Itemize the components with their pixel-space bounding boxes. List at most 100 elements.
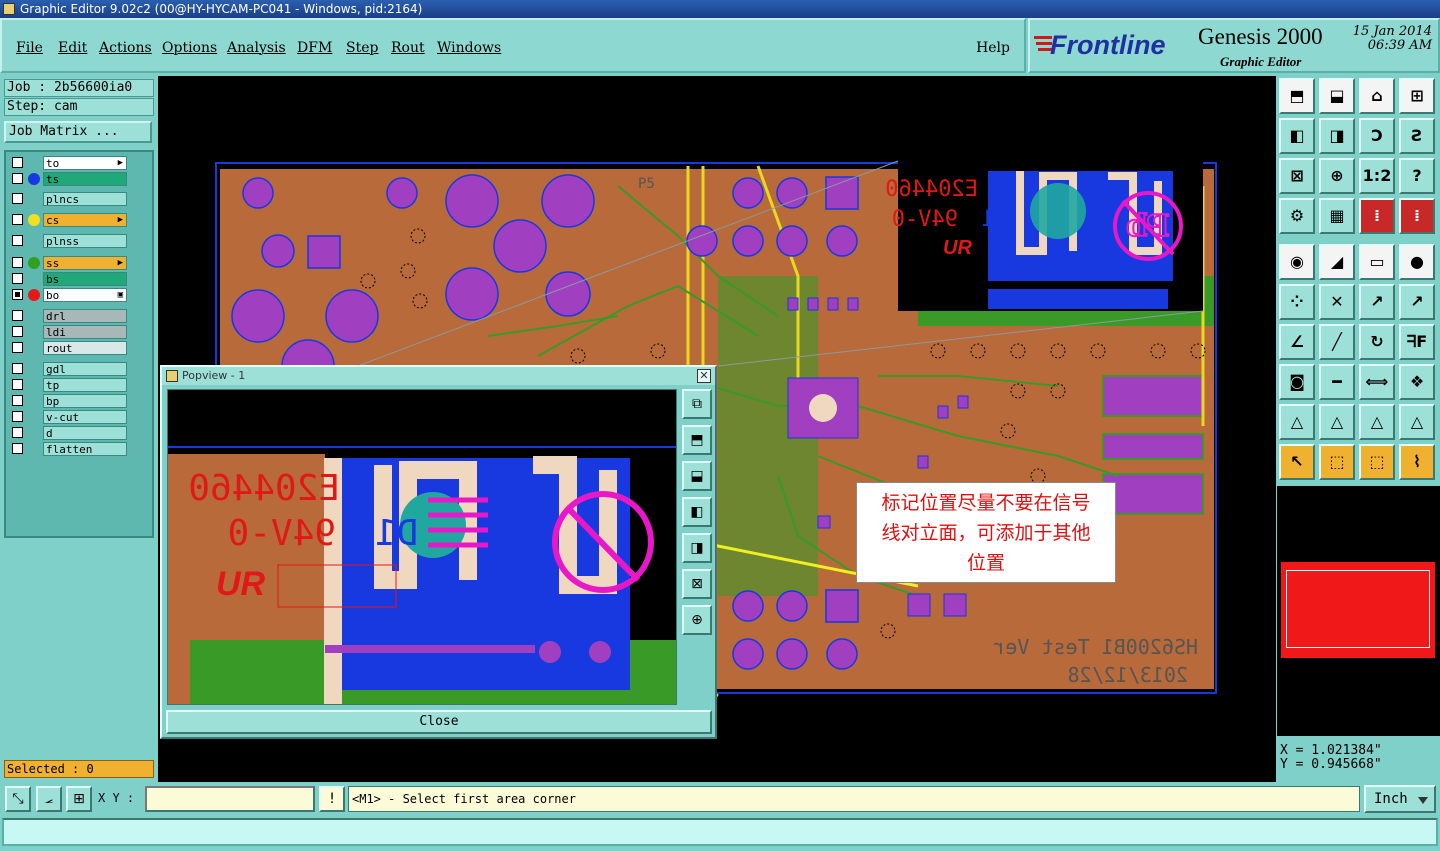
layer-row-to[interactable]: to ▶ bbox=[9, 156, 127, 170]
select-feature-icon[interactable]: ◉ bbox=[1279, 244, 1315, 280]
snap-icon[interactable]: Ƨ bbox=[1399, 118, 1435, 154]
layer-name[interactable]: ss ▶ bbox=[43, 256, 127, 270]
zoom-1to1-icon[interactable]: 1:2 bbox=[1359, 158, 1395, 194]
layer-checkbox[interactable] bbox=[12, 193, 23, 204]
layer-name[interactable]: d bbox=[43, 426, 127, 440]
measure-icon[interactable]: ◢ bbox=[1319, 244, 1355, 280]
layer-checkbox[interactable] bbox=[12, 395, 23, 406]
net-icon[interactable]: ⁘ bbox=[1279, 284, 1315, 320]
layer-checkbox[interactable] bbox=[12, 443, 23, 454]
triangle-3-icon[interactable]: △ bbox=[1359, 404, 1395, 440]
popview-tool-2[interactable]: ⬒ bbox=[682, 425, 712, 455]
alert-icon[interactable]: ! bbox=[319, 786, 345, 812]
menu-options[interactable]: Options bbox=[162, 40, 217, 56]
popview-tool-7[interactable]: ⊕ bbox=[682, 605, 712, 635]
view-top-icon[interactable]: ⬒ bbox=[1279, 78, 1315, 114]
layer-select-icon[interactable]: ⁞ bbox=[1359, 198, 1395, 234]
stretch-icon[interactable]: ⟺ bbox=[1359, 364, 1395, 400]
layer-row-ss[interactable]: ss ▶ bbox=[9, 256, 127, 270]
menu-actions[interactable]: Actions bbox=[99, 40, 152, 56]
zoom-center-icon[interactable]: ⊕ bbox=[1319, 158, 1355, 194]
ruler-icon[interactable]: ▭ bbox=[1359, 244, 1395, 280]
layer-name[interactable]: v-cut bbox=[43, 410, 127, 424]
popview-tool-1[interactable]: ⧉ bbox=[682, 389, 712, 419]
menu-file[interactable]: File bbox=[16, 40, 43, 56]
layer-row-drl[interactable]: drl bbox=[9, 309, 127, 323]
grid-icon[interactable]: ▦ bbox=[1319, 198, 1355, 234]
layer-row-v-cut[interactable]: v-cut bbox=[9, 410, 127, 424]
menu-edit[interactable]: Edit bbox=[58, 40, 87, 56]
menu-step[interactable]: Step bbox=[346, 40, 378, 56]
menu-dfm[interactable]: DFM bbox=[297, 40, 332, 56]
layer-checkbox[interactable] bbox=[12, 310, 23, 321]
layer-checkbox[interactable] bbox=[12, 411, 23, 422]
layer-row-plncs[interactable]: plncs bbox=[9, 192, 127, 206]
popview-tool-5[interactable]: ◨ bbox=[682, 533, 712, 563]
slash-icon[interactable]: ╱ bbox=[1319, 324, 1355, 360]
layer-name[interactable]: drl bbox=[43, 309, 127, 323]
pointer-area-icon[interactable]: ⬚ bbox=[1359, 444, 1395, 480]
measure-mode-icon[interactable]: ⦟ bbox=[36, 786, 62, 812]
layer-checkbox[interactable] bbox=[12, 157, 23, 168]
layer-row-gdl[interactable]: gdl bbox=[9, 362, 127, 376]
layer-checkbox[interactable] bbox=[12, 379, 23, 390]
layer-row-rout[interactable]: rout bbox=[9, 341, 127, 355]
layer-checkbox[interactable] bbox=[12, 363, 23, 374]
window-icon[interactable]: ⊞ bbox=[1399, 78, 1435, 114]
layer-row-bo[interactable]: bo ▣ bbox=[9, 288, 127, 302]
layer-checkbox[interactable] bbox=[12, 214, 23, 225]
pan-right-icon[interactable]: ◨ bbox=[1319, 118, 1355, 154]
layer-checkbox[interactable] bbox=[12, 289, 23, 300]
triangle-4-icon[interactable]: △ bbox=[1399, 404, 1435, 440]
route-icon[interactable]: ⌇ bbox=[1399, 444, 1435, 480]
snap-mode-icon[interactable]: ⤡ bbox=[5, 786, 31, 812]
layer-name[interactable]: plnss bbox=[43, 234, 127, 248]
menu-analysis[interactable]: Analysis bbox=[227, 40, 286, 56]
layer-name[interactable]: to ▶ bbox=[43, 156, 127, 170]
tools-icon[interactable]: ⚙ bbox=[1279, 198, 1315, 234]
layer-row-d[interactable]: d bbox=[9, 426, 127, 440]
popview-tool-3[interactable]: ⬓ bbox=[682, 461, 712, 491]
menu-rout[interactable]: Rout bbox=[391, 40, 425, 56]
popview-tool-6[interactable]: ⊠ bbox=[682, 569, 712, 599]
pad-icon[interactable]: ● bbox=[1399, 244, 1435, 280]
layer-name[interactable]: gdl bbox=[43, 362, 127, 376]
popview-tool-4[interactable]: ◧ bbox=[682, 497, 712, 527]
menu-windows[interactable]: Windows bbox=[437, 40, 501, 56]
layer-name[interactable]: tp bbox=[43, 378, 127, 392]
arc-icon[interactable]: ↻ bbox=[1359, 324, 1395, 360]
line-move-icon[interactable]: ↗ bbox=[1399, 284, 1435, 320]
group-icon[interactable]: ❖ bbox=[1399, 364, 1435, 400]
layer-row-cs[interactable]: cs ▶ bbox=[9, 213, 127, 227]
minimap-viewport[interactable] bbox=[1279, 560, 1437, 660]
job-matrix-button[interactable]: Job Matrix ... bbox=[4, 121, 152, 143]
grid-mode-icon[interactable]: ⊞ bbox=[66, 786, 92, 812]
help-icon[interactable]: ? bbox=[1399, 158, 1435, 194]
layer-name[interactable]: cs ▶ bbox=[43, 213, 127, 227]
mirror-text-icon[interactable]: ᖷF bbox=[1399, 324, 1435, 360]
triangle-2-icon[interactable]: △ bbox=[1319, 404, 1355, 440]
popview-close-icon[interactable]: ✕ bbox=[697, 369, 711, 383]
layer-name[interactable]: ldi bbox=[43, 325, 127, 339]
pointer-icon[interactable]: ↖ bbox=[1279, 444, 1315, 480]
triangle-1-icon[interactable]: △ bbox=[1279, 404, 1315, 440]
pointer-box-icon[interactable]: ⬚ bbox=[1319, 444, 1355, 480]
zoom-fit-icon[interactable]: ⊠ bbox=[1279, 158, 1315, 194]
mirror-icon[interactable]: Ͻ bbox=[1359, 118, 1395, 154]
popview-canvas[interactable]: E204460 94V-0 D1 UR bbox=[167, 389, 677, 705]
layer-row-ldi[interactable]: ldi bbox=[9, 325, 127, 339]
minimap[interactable] bbox=[1277, 486, 1440, 736]
layer-row-tp[interactable]: tp bbox=[9, 378, 127, 392]
pan-left-icon[interactable]: ◧ bbox=[1279, 118, 1315, 154]
home-icon[interactable]: ⌂ bbox=[1359, 78, 1395, 114]
layer-name[interactable]: bo ▣ bbox=[43, 288, 127, 302]
unit-selector[interactable]: Inch bbox=[1364, 785, 1436, 813]
menu-help[interactable]: Help bbox=[976, 40, 1010, 56]
layer-checkbox[interactable] bbox=[12, 257, 23, 268]
layer-checkbox[interactable] bbox=[12, 326, 23, 337]
layer-name[interactable]: plncs bbox=[43, 192, 127, 206]
split-icon[interactable]: ━ bbox=[1319, 364, 1355, 400]
layer-checkbox[interactable] bbox=[12, 235, 23, 246]
node-icon[interactable]: ◙ bbox=[1279, 364, 1315, 400]
layer-row-ts[interactable]: ts bbox=[9, 172, 127, 186]
